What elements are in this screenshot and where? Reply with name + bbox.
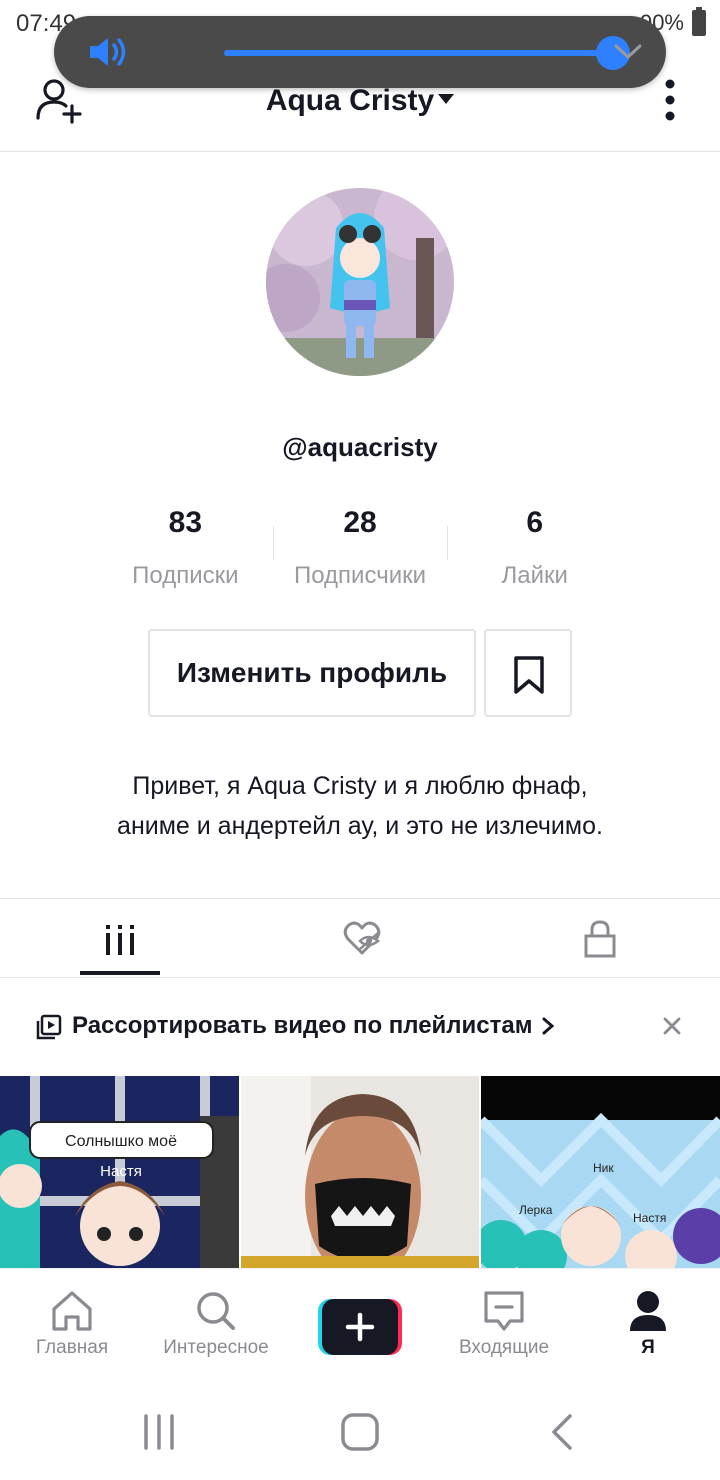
tab-liked[interactable]: [240, 899, 480, 978]
inbox-icon: [484, 1291, 524, 1331]
stat-value: 6: [526, 506, 544, 539]
profile-tabs: [0, 898, 720, 978]
stat-label: Лайки: [501, 562, 568, 589]
video-thumbnail[interactable]: [240, 1076, 480, 1270]
profile-avatar[interactable]: [266, 188, 454, 376]
tiktok-profile-screen: 07:49 90% Aqua Cristy @aquacristy 83 Под…: [0, 0, 720, 1480]
system-navigation-bar: [0, 1380, 720, 1480]
bio-line: аниме и андертейл ау, и это не излечимо.: [117, 812, 603, 840]
tab-private[interactable]: [480, 899, 720, 978]
active-tab-indicator: [80, 971, 160, 975]
profile-username: @aquacristy: [282, 432, 438, 462]
video-thumbnail[interactable]: Ник Лерка Настя: [481, 1076, 720, 1270]
caret-down-icon: [438, 94, 455, 105]
stat-following[interactable]: 83 Подписки: [98, 500, 273, 596]
bookmark-icon: [514, 656, 544, 694]
close-icon[interactable]: [662, 1016, 682, 1036]
nav-label: Входящие: [458, 1337, 550, 1358]
speaker-icon[interactable]: [86, 34, 130, 70]
playlist-banner-text: Рассортировать видео по плейлистам: [72, 1012, 533, 1039]
home-button-icon[interactable]: [340, 1412, 380, 1452]
thumbnail-caption: Солнышко моё: [65, 1133, 177, 1150]
playlist-banner[interactable]: Рассортировать видео по плейлистам: [0, 978, 720, 1074]
volume-panel: [54, 16, 666, 88]
stat-followers[interactable]: 28 Подписчики: [272, 500, 448, 596]
character-label: Ник: [593, 1161, 614, 1175]
character-label: Настя: [100, 1163, 142, 1180]
nav-discover[interactable]: Интересное: [144, 1289, 288, 1359]
nav-label: Главная: [35, 1337, 109, 1358]
more-options-icon[interactable]: [660, 78, 680, 122]
chevron-down-icon[interactable]: [610, 38, 646, 66]
nav-inbox[interactable]: Входящие: [432, 1289, 576, 1359]
profile-stats: 83 Подписки 28 Подписчики 6 Лайки: [98, 500, 622, 596]
recent-apps-icon[interactable]: [140, 1414, 178, 1450]
stat-label: Подписки: [132, 562, 239, 589]
video-thumbnail[interactable]: Солнышко моё Настя: [0, 1076, 239, 1270]
battery-icon: [692, 7, 706, 36]
nav-label: Интересное: [163, 1337, 269, 1358]
stat-value: 28: [343, 506, 377, 539]
nav-label: Я: [641, 1337, 655, 1358]
tab-videos[interactable]: [0, 899, 240, 978]
account-name: Aqua Cristy: [265, 84, 435, 117]
create-video-button[interactable]: [318, 1299, 402, 1355]
character-label: Настя: [633, 1211, 666, 1225]
hidden-heart-icon: [343, 921, 381, 955]
grid-icon: [106, 925, 134, 955]
home-icon: [52, 1291, 92, 1331]
back-icon[interactable]: [548, 1412, 576, 1452]
stat-label: Подписчики: [293, 562, 427, 589]
nav-home[interactable]: Главная: [0, 1289, 144, 1359]
stat-likes[interactable]: 6 Лайки: [447, 500, 622, 596]
character-label: Лерка: [519, 1203, 553, 1217]
account-switcher[interactable]: Aqua Cristy: [0, 84, 720, 118]
playlist-icon: [36, 1014, 62, 1040]
stat-value: 83: [168, 506, 203, 539]
volume-slider-track[interactable]: [224, 50, 614, 56]
search-icon: [197, 1292, 235, 1330]
bio-line: Привет, я Aqua Cristy и я люблю фнаф,: [132, 772, 588, 800]
nav-profile[interactable]: Я: [576, 1289, 720, 1359]
profile-bio: Привет, я Aqua Cristy и я люблю фнаф, ан…: [60, 766, 660, 846]
chevron-right-icon: [542, 1017, 555, 1035]
profile-icon: [630, 1291, 666, 1331]
bottom-navigation: Главная Интересное Входящие Я: [0, 1268, 720, 1380]
edit-profile-button[interactable]: Изменить профиль: [148, 629, 476, 717]
video-grid: Солнышко моё Настя Ник Лерка Настя: [0, 1076, 720, 1270]
lock-icon: [584, 920, 616, 958]
favorites-button[interactable]: [484, 629, 572, 717]
